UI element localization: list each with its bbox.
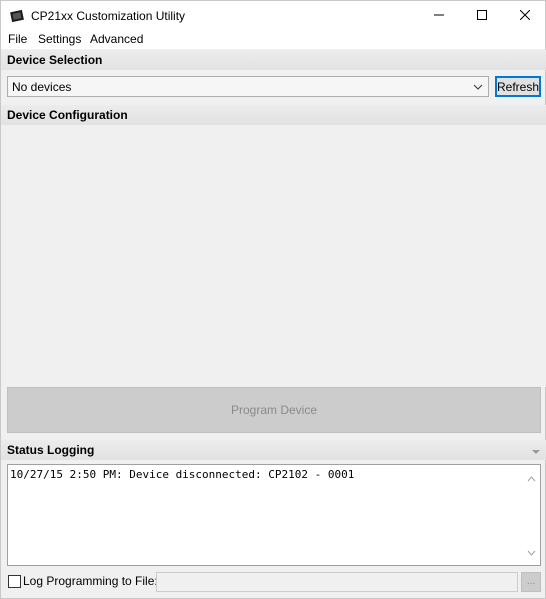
- title-bar: CP21xx Customization Utility: [1, 1, 545, 31]
- log-file-path-input[interactable]: [156, 572, 518, 592]
- app-window: CP21xx Customization Utility File Settin…: [0, 0, 546, 599]
- menu-file[interactable]: File: [8, 32, 27, 46]
- device-select-dropdown[interactable]: No devices: [7, 76, 489, 97]
- program-device-button[interactable]: Program Device: [7, 387, 541, 433]
- close-button[interactable]: [503, 1, 546, 31]
- menu-bar: File Settings Advanced: [1, 31, 545, 49]
- scroll-down-icon[interactable]: [527, 545, 536, 559]
- log-entry: 10/27/15 2:50 PM: Device disconnected: C…: [10, 468, 355, 481]
- device-select-value: No devices: [12, 80, 72, 94]
- minimize-icon: [434, 9, 444, 23]
- chip-app-icon: [9, 8, 25, 24]
- scroll-up-icon[interactable]: [527, 471, 536, 485]
- device-configuration-panel: [1, 125, 546, 387]
- log-to-file-checkbox[interactable]: [8, 575, 21, 588]
- status-logging-header[interactable]: Status Logging: [1, 440, 546, 460]
- menu-advanced[interactable]: Advanced: [90, 32, 143, 46]
- collapse-arrow-icon[interactable]: [531, 445, 541, 459]
- menu-settings[interactable]: Settings: [38, 32, 81, 46]
- window-title: CP21xx Customization Utility: [31, 9, 186, 23]
- device-configuration-header: Device Configuration: [1, 105, 546, 125]
- browse-file-button[interactable]: ...: [521, 572, 541, 592]
- maximize-button[interactable]: [460, 1, 504, 31]
- status-log-textarea[interactable]: 10/27/15 2:50 PM: Device disconnected: C…: [7, 464, 541, 566]
- device-selection-header: Device Selection: [1, 50, 546, 70]
- close-icon: [519, 9, 531, 23]
- status-logging-title: Status Logging: [7, 443, 95, 457]
- log-scrollbar[interactable]: [523, 465, 540, 565]
- minimize-button[interactable]: [417, 1, 461, 31]
- log-to-file-label[interactable]: Log Programming to File:: [23, 574, 158, 588]
- refresh-button[interactable]: Refresh: [495, 76, 541, 97]
- maximize-icon: [477, 9, 487, 23]
- chevron-down-icon: [473, 81, 483, 95]
